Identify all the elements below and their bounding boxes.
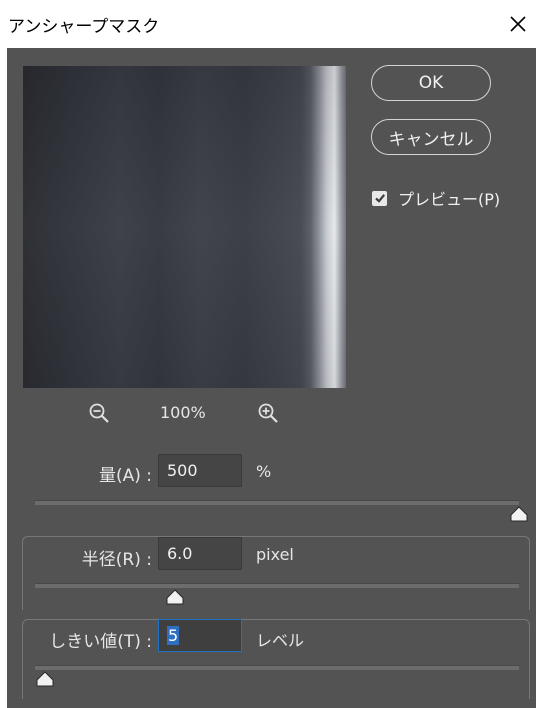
zoom-level: 100% (160, 403, 206, 422)
radius-slider-thumb[interactable] (166, 589, 184, 605)
right-edge (536, 48, 541, 708)
radius-unit: pixel (256, 545, 294, 564)
zoom-in-icon[interactable] (257, 402, 279, 424)
threshold-input[interactable]: 5 (158, 619, 242, 652)
threshold-slider-thumb[interactable] (36, 671, 54, 687)
cancel-button[interactable]: キャンセル (371, 119, 491, 155)
radius-input[interactable]: 6.0 (158, 537, 242, 570)
ok-button[interactable]: OK (371, 65, 491, 101)
preview-image[interactable] (23, 66, 346, 388)
amount-unit: % (256, 462, 272, 481)
left-edge (0, 48, 7, 708)
amount-slider-track[interactable] (35, 500, 519, 505)
threshold-slider-track[interactable] (35, 665, 519, 670)
amount-input[interactable]: 500 (158, 454, 242, 487)
radius-label: 半径(R) : (81, 550, 152, 570)
preview-checkbox[interactable] (372, 190, 387, 206)
radius-slider-track[interactable] (35, 583, 519, 588)
threshold-label: しきい値(T) : (49, 632, 152, 652)
title-bar: アンシャープマスク (0, 0, 541, 48)
window-title: アンシャープマスク (8, 17, 160, 37)
threshold-unit: レベル (256, 631, 305, 650)
threshold-value: 5 (167, 626, 180, 645)
amount-slider-thumb[interactable] (510, 506, 528, 522)
checkmark-icon (374, 194, 385, 203)
preview-label: プレビュー(P) (398, 190, 501, 209)
amount-label: 量(A) : (98, 466, 152, 486)
zoom-out-icon[interactable] (88, 402, 110, 424)
close-icon (510, 16, 526, 32)
preview-checkbox-row[interactable]: プレビュー(P) (372, 186, 500, 210)
close-button[interactable] (495, 0, 541, 48)
